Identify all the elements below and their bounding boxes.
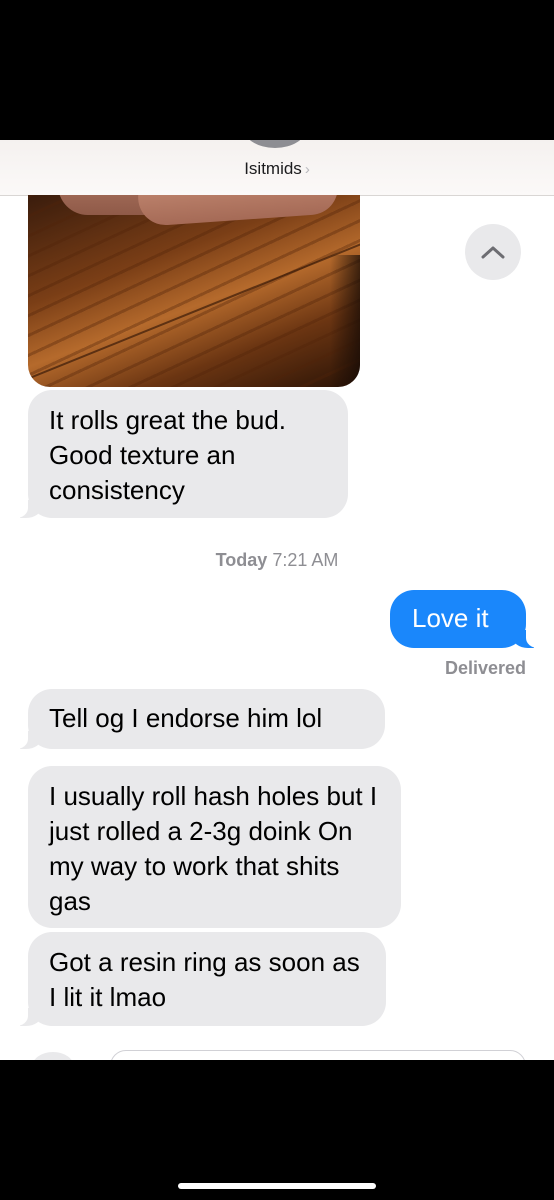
sent-message[interactable]: Love it — [390, 590, 548, 648]
received-message[interactable]: I usually roll hash holes but I just rol… — [28, 766, 401, 928]
message-text: Got a resin ring as soon as I lit it lma… — [49, 947, 360, 1012]
received-message[interactable]: Tell og I endorse him lol — [6, 689, 385, 749]
contact-name: Isitmids — [244, 159, 302, 178]
message-input[interactable] — [110, 1050, 526, 1060]
camera-button[interactable] — [32, 1052, 74, 1060]
contact-name-row[interactable]: Isitmids › — [0, 159, 554, 179]
chevron-up-icon — [481, 246, 505, 259]
conversation-screen: Isitmids › It rolls great the bud. Good t… — [0, 140, 554, 1060]
timestamp-day: Today — [215, 550, 268, 570]
message-timestamp: Today 7:21 AM — [0, 550, 554, 571]
received-message[interactable]: Got a resin ring as soon as I lit it lma… — [6, 932, 386, 1026]
contact-avatar[interactable] — [243, 140, 307, 148]
message-text: I usually roll hash holes but I just rol… — [49, 781, 378, 916]
received-message[interactable]: It rolls great the bud. Good texture an … — [6, 390, 348, 518]
message-text: Tell og I endorse him lol — [49, 703, 323, 733]
chevron-right-icon: › — [304, 161, 310, 178]
image-attachment[interactable] — [28, 195, 360, 387]
timestamp-time: 7:21 AM — [272, 550, 339, 570]
home-indicator[interactable] — [178, 1183, 376, 1189]
conversation-header[interactable]: Isitmids › — [0, 140, 554, 196]
message-text: Love it — [412, 603, 489, 633]
message-text: It rolls great the bud. Good texture an … — [49, 405, 287, 505]
delivery-status: Delivered — [444, 658, 526, 678]
scroll-up-button[interactable] — [465, 224, 521, 280]
